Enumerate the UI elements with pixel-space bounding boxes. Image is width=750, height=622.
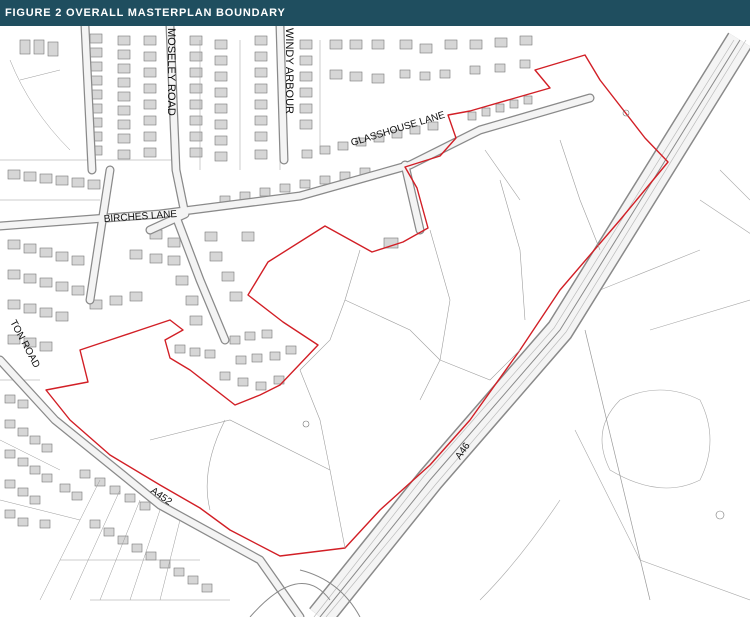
label-windy-arbour: WINDY ARBOUR (283, 28, 295, 114)
tree-marker (715, 510, 725, 520)
plots-southwest (4, 394, 213, 593)
road-network (0, 21, 595, 622)
map-canvas: MOSELEY ROAD WINDY ARBOUR GLASSHOUSE LAN… (0, 21, 750, 622)
plot-lines (0, 40, 321, 601)
figure-title: FIGURE 2 OVERALL MASTERPLAN BOUNDARY (0, 0, 750, 26)
plots-inner-cul-de-sac (174, 329, 297, 391)
masterplan-map[interactable]: MOSELEY ROAD WINDY ARBOUR GLASSHOUSE LAN… (0, 21, 750, 622)
pond-marker (302, 420, 310, 428)
residential-plots (4, 33, 533, 593)
label-moseley-road: MOSELEY ROAD (165, 28, 177, 116)
